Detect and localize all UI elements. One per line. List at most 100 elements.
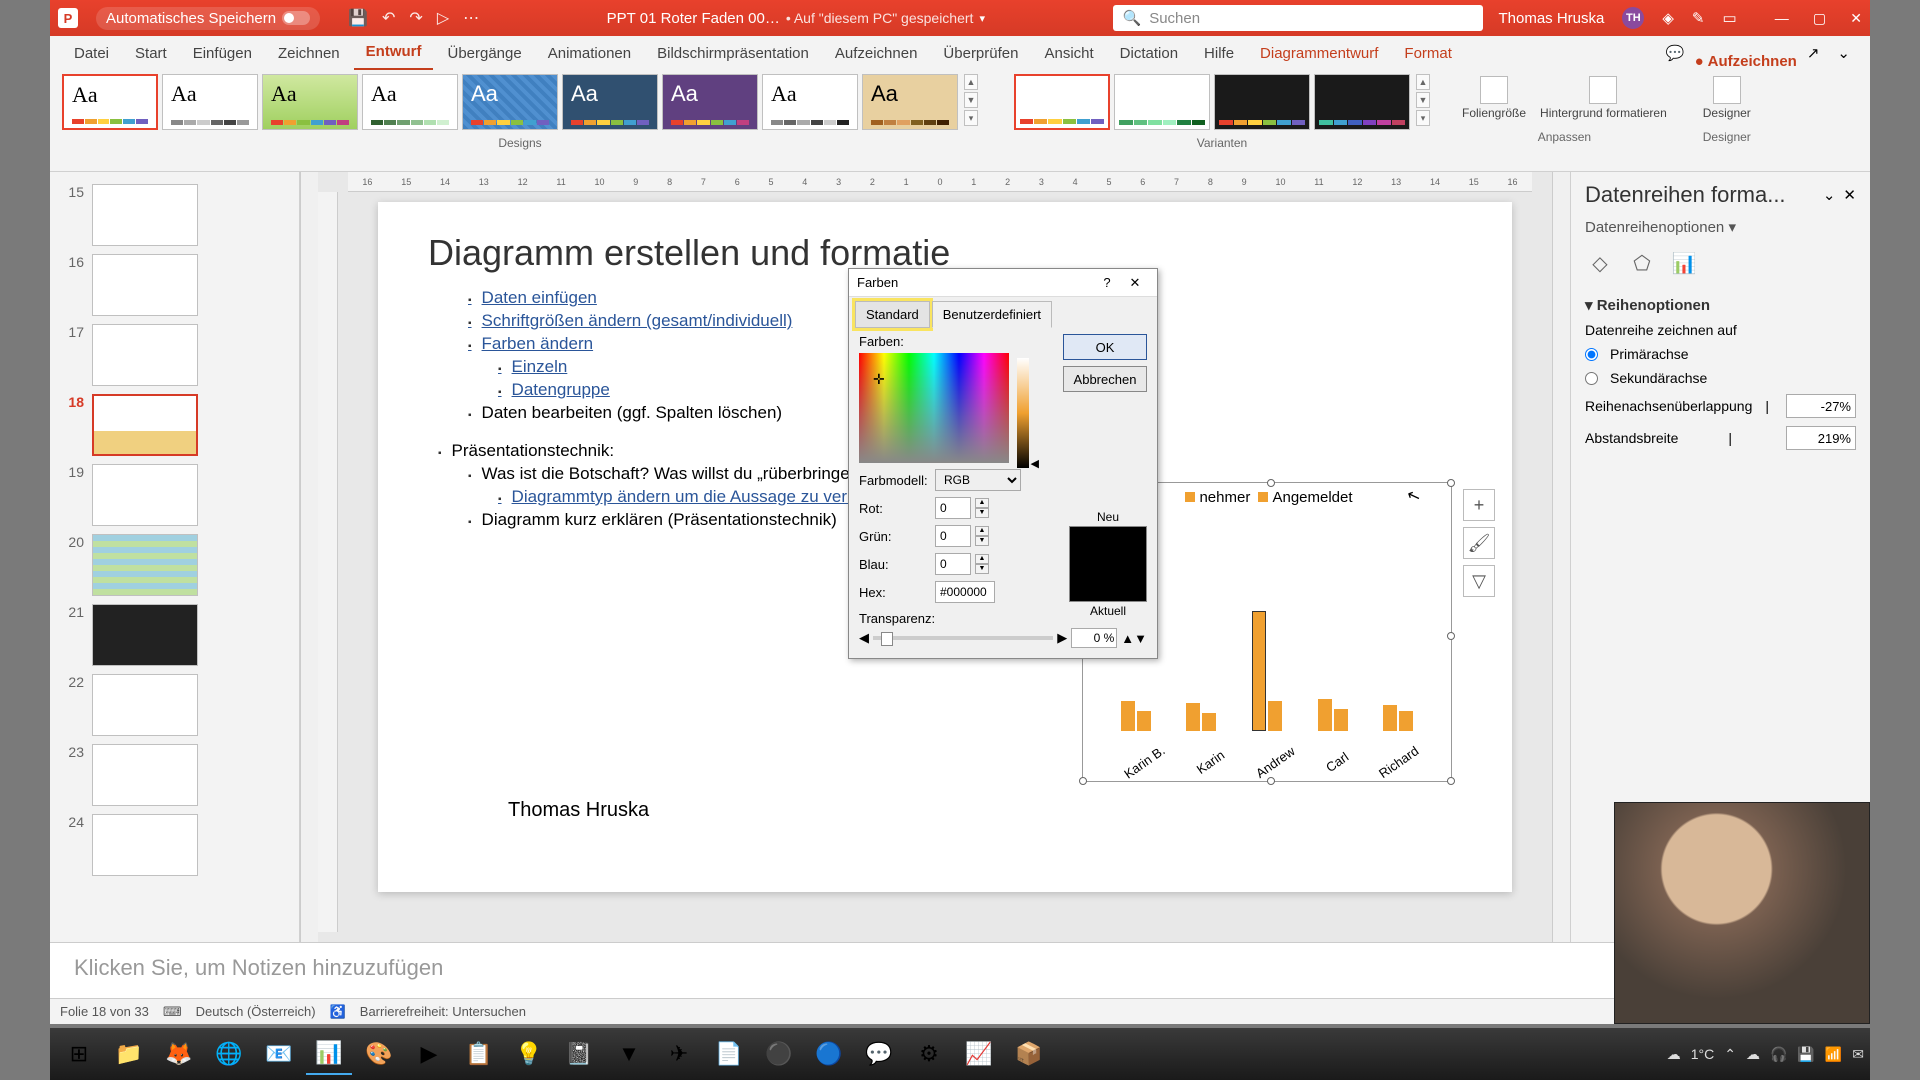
- outlook-icon[interactable]: 📧: [256, 1033, 302, 1075]
- ribbon-collapse-icon[interactable]: ⌄: [1829, 36, 1858, 70]
- more-icon[interactable]: ⋯: [463, 8, 479, 28]
- slider-left-icon[interactable]: ◀: [859, 630, 869, 646]
- vlc-icon[interactable]: ▶: [406, 1033, 452, 1075]
- theme-scroll[interactable]: ▲▼▾: [964, 74, 978, 130]
- app-icon[interactable]: 📄: [706, 1033, 752, 1075]
- ok-button[interactable]: OK: [1063, 334, 1147, 360]
- collapse-icon[interactable]: ▾: [1585, 297, 1593, 314]
- theme-item[interactable]: Aa: [862, 74, 958, 130]
- tray-icon[interactable]: 📶: [1825, 1046, 1842, 1063]
- theme-item[interactable]: Aa: [762, 74, 858, 130]
- variant-item[interactable]: [1214, 74, 1310, 130]
- cancel-button[interactable]: Abbrechen: [1063, 366, 1147, 392]
- theme-item[interactable]: Aa: [262, 74, 358, 130]
- spinner[interactable]: ▲▼: [975, 554, 989, 574]
- tab-datei[interactable]: Datei: [62, 37, 121, 70]
- tab-custom[interactable]: Benutzerdefiniert: [932, 301, 1052, 328]
- tab-format[interactable]: Format: [1392, 37, 1464, 70]
- record-button[interactable]: Aufzeichnen: [1695, 53, 1797, 70]
- tab-ansicht[interactable]: Ansicht: [1032, 37, 1105, 70]
- maximize-icon[interactable]: ▢: [1813, 10, 1826, 26]
- discord-icon[interactable]: 💬: [856, 1033, 902, 1075]
- tab-standard[interactable]: Standard: [855, 301, 930, 328]
- transparency-slider[interactable]: [873, 636, 1053, 640]
- hex-input[interactable]: [935, 581, 995, 603]
- tab-bildschirm[interactable]: Bildschirmpräsentation: [645, 37, 821, 70]
- luminance-slider[interactable]: ◀: [1017, 358, 1029, 468]
- gap-input[interactable]: [1786, 426, 1856, 450]
- toggle-switch[interactable]: [282, 11, 310, 25]
- chart-brush-icon[interactable]: 🖌: [1463, 527, 1495, 559]
- firefox-icon[interactable]: 🦊: [156, 1033, 202, 1075]
- tab-ubergange[interactable]: Übergänge: [435, 37, 533, 70]
- chart-filter-icon[interactable]: ▽: [1463, 565, 1495, 597]
- designer-button[interactable]: Designer: [1699, 74, 1755, 122]
- redo-icon[interactable]: ↷: [409, 8, 422, 28]
- series-icon[interactable]: 📊: [1669, 248, 1699, 278]
- tab-einfugen[interactable]: Einfügen: [181, 37, 264, 70]
- theme-item[interactable]: Aa: [462, 74, 558, 130]
- tab-aufzeichnen[interactable]: Aufzeichnen: [823, 37, 930, 70]
- chevron-down-icon[interactable]: ▾: [979, 12, 985, 25]
- overlap-input[interactable]: [1786, 394, 1856, 418]
- onenote-icon[interactable]: 📓: [556, 1033, 602, 1075]
- color-field[interactable]: ✛: [859, 353, 1009, 463]
- telegram-icon[interactable]: ✈: [656, 1033, 702, 1075]
- theme-item[interactable]: Aa: [662, 74, 758, 130]
- blue-input[interactable]: [935, 553, 971, 575]
- tab-zeichnen[interactable]: Zeichnen: [266, 37, 352, 70]
- tab-dictation[interactable]: Dictation: [1108, 37, 1190, 70]
- pen-icon[interactable]: ✎: [1692, 9, 1705, 27]
- app-icon[interactable]: 📋: [456, 1033, 502, 1075]
- variant-item[interactable]: [1314, 74, 1410, 130]
- slide-counter[interactable]: Folie 18 von 33: [60, 1004, 149, 1019]
- resize-handle[interactable]: [1447, 632, 1455, 640]
- tab-start[interactable]: Start: [123, 37, 179, 70]
- spinner[interactable]: ▲▼: [1121, 631, 1147, 646]
- close-icon[interactable]: ✕: [1850, 10, 1862, 26]
- chevron-down-icon[interactable]: ▾: [1728, 219, 1736, 236]
- variant-item[interactable]: [1114, 74, 1210, 130]
- minimize-icon[interactable]: —: [1775, 10, 1789, 26]
- canvas-scrollbar[interactable]: [1552, 172, 1570, 942]
- start-button[interactable]: ⊞: [56, 1033, 102, 1075]
- variant-item[interactable]: [1014, 74, 1110, 130]
- obs-icon[interactable]: ⚫: [756, 1033, 802, 1075]
- system-tray[interactable]: ☁ 1°C ⌃ ☁ 🎧 💾 📶 ✉: [1667, 1046, 1864, 1063]
- tray-icon[interactable]: 🎧: [1770, 1046, 1787, 1063]
- thumbnail-pane[interactable]: 15 16 17 18 19 20 21 22 23 24: [50, 172, 300, 942]
- resize-handle[interactable]: [1447, 479, 1455, 487]
- dialog-titlebar[interactable]: Farben ? ✕: [849, 269, 1157, 297]
- share-icon[interactable]: ↗: [1799, 36, 1828, 70]
- undo-icon[interactable]: ↶: [382, 8, 395, 28]
- settings-icon[interactable]: ⚙: [906, 1033, 952, 1075]
- theme-item[interactable]: Aa: [62, 74, 158, 130]
- transparency-input[interactable]: [1071, 628, 1117, 648]
- help-icon[interactable]: ?: [1093, 275, 1121, 290]
- lang-icon[interactable]: ⌨: [163, 1004, 182, 1020]
- present-icon[interactable]: ▷: [437, 8, 449, 28]
- app-icon[interactable]: 💡: [506, 1033, 552, 1075]
- resize-handle[interactable]: [1447, 777, 1455, 785]
- app-icon[interactable]: 🔵: [806, 1033, 852, 1075]
- section-header[interactable]: Reihenoptionen: [1597, 297, 1710, 314]
- dialog-close-icon[interactable]: ✕: [1121, 275, 1149, 291]
- variant-scroll[interactable]: ▲▼▾: [1416, 74, 1430, 130]
- primary-axis-radio[interactable]: [1585, 348, 1598, 361]
- save-icon[interactable]: 💾: [348, 8, 368, 28]
- color-crosshair[interactable]: ✛: [873, 371, 885, 388]
- background-format-button[interactable]: Hintergrund formatieren: [1536, 74, 1671, 122]
- theme-item[interactable]: Aa: [362, 74, 458, 130]
- tray-icon[interactable]: 💾: [1797, 1046, 1814, 1063]
- theme-item[interactable]: Aa: [162, 74, 258, 130]
- resize-handle[interactable]: [1267, 479, 1275, 487]
- pane-options[interactable]: Datenreihenoptionen: [1585, 219, 1724, 236]
- tray-icon[interactable]: ✉: [1852, 1046, 1864, 1063]
- accessibility[interactable]: Barrierefreiheit: Untersuchen: [360, 1004, 526, 1019]
- theme-item[interactable]: Aa: [562, 74, 658, 130]
- effects-icon[interactable]: ⬠: [1627, 248, 1657, 278]
- tab-uberprufen[interactable]: Überprüfen: [931, 37, 1030, 70]
- diamond-icon[interactable]: ◈: [1662, 9, 1674, 27]
- doc-name[interactable]: PPT 01 Roter Faden 00…: [607, 10, 780, 27]
- accessibility-icon[interactable]: ♿: [330, 1004, 346, 1020]
